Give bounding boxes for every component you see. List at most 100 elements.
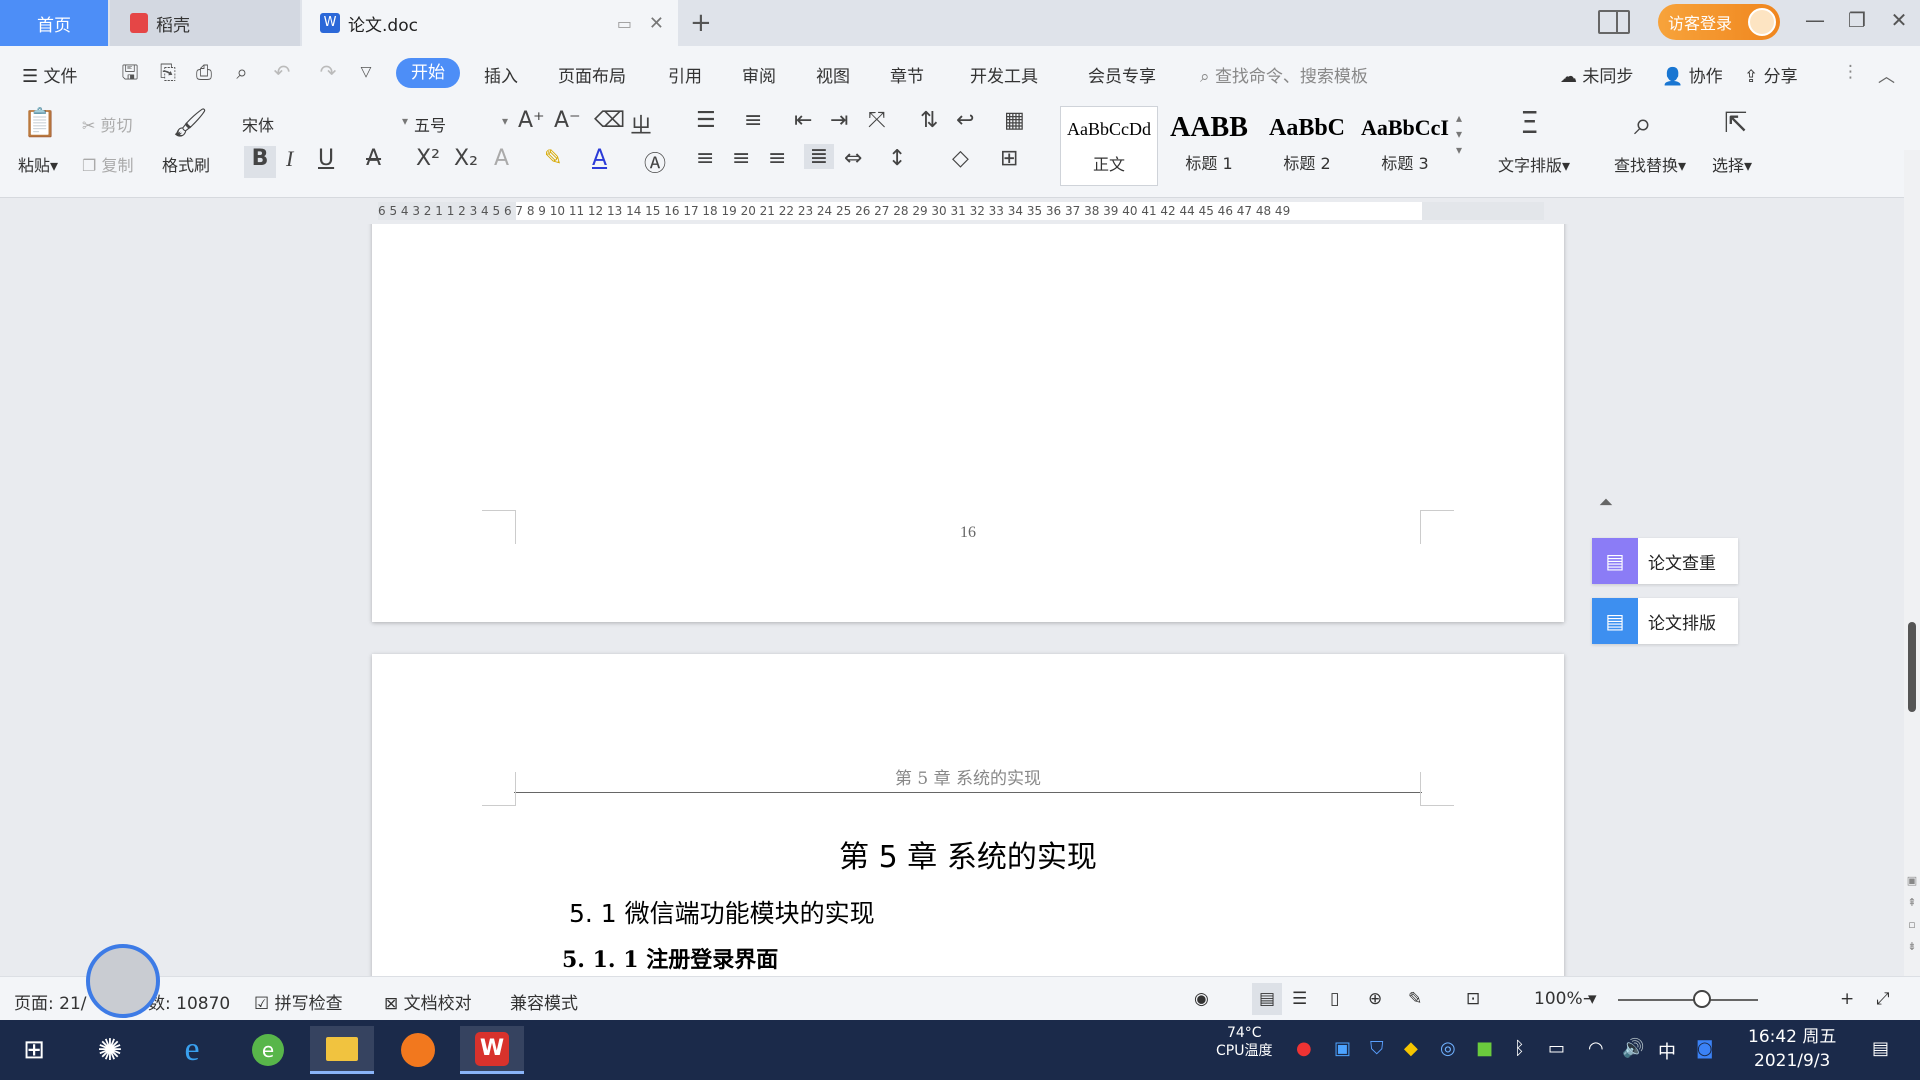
increase-indent-icon[interactable]: ⇥ xyxy=(830,108,848,133)
tray-nvidia-icon[interactable]: ■ xyxy=(1476,1038,1493,1059)
style-normal[interactable]: AaBbCcDd 正文 xyxy=(1060,106,1158,186)
zoom-out-button[interactable]: − xyxy=(1582,989,1596,1009)
horizontal-ruler[interactable]: 6 5 4 3 2 1 1 2 3 4 5 6 7 8 9 10 11 12 1… xyxy=(0,198,1920,224)
pinyin-icon[interactable]: ㄓ xyxy=(630,108,652,140)
undo-icon[interactable]: ↶ xyxy=(270,60,294,84)
borders-icon[interactable]: ⊞ xyxy=(1000,146,1018,171)
zoom-slider-handle[interactable] xyxy=(1693,990,1711,1008)
cursor-select-icon[interactable]: ⇱ xyxy=(1724,106,1747,139)
video-app-icon[interactable] xyxy=(386,1026,450,1074)
align-left-icon[interactable]: ≡ xyxy=(696,146,714,171)
tab-view[interactable]: 视图 xyxy=(816,62,850,87)
page-nav-icons[interactable]: ▣ ⇞ ▫ ⇟ xyxy=(1906,870,1918,958)
tray-app-icon[interactable]: ● xyxy=(1296,1038,1312,1059)
find-icon[interactable]: ⌕ xyxy=(1634,104,1652,143)
assistant-avatar[interactable] xyxy=(86,944,160,1018)
app-launcher-icon[interactable]: ✺ xyxy=(78,1026,142,1074)
export-icon[interactable]: ⎘ xyxy=(156,60,180,84)
tab-references[interactable]: 引用 xyxy=(668,62,702,87)
tab-dev-tools[interactable]: 开发工具 xyxy=(970,62,1038,87)
thesis-format-button[interactable]: ▤ 论文排版 xyxy=(1592,598,1738,644)
font-size-select[interactable]: 五号 xyxy=(414,112,508,140)
align-center-icon[interactable]: ≡ xyxy=(732,146,750,171)
find-replace-button[interactable]: 查找替换▾ xyxy=(1614,152,1686,176)
collapse-ribbon-icon[interactable]: ︿ xyxy=(1878,62,1895,87)
copy-button[interactable]: ❐ 复制 xyxy=(82,152,133,176)
scrollbar-thumb[interactable] xyxy=(1908,622,1916,712)
style-heading-1[interactable]: AABB 标题 1 xyxy=(1160,106,1258,186)
fit-page-icon[interactable]: ⊡ xyxy=(1466,989,1480,1009)
print-preview-icon[interactable]: ⌕ xyxy=(230,60,254,84)
tray-network-icon[interactable]: ▣ xyxy=(1334,1038,1351,1059)
spell-check-button[interactable]: ☑ 拼写检查 xyxy=(254,989,343,1014)
increase-font-icon[interactable]: A⁺ xyxy=(518,108,545,133)
wifi-icon[interactable]: ◠ xyxy=(1588,1038,1604,1059)
cpu-temp-widget[interactable]: 74°C CPU温度 xyxy=(1216,1024,1272,1060)
distribute-icon[interactable]: ⇔ xyxy=(844,146,862,171)
tray-app2-icon[interactable]: ◆ xyxy=(1404,1038,1418,1059)
monitor-icon[interactable]: ▭ xyxy=(617,14,632,33)
command-search[interactable]: ⌕ 查找命令、搜索模板 xyxy=(1200,62,1368,87)
style-heading-2[interactable]: AaBbC 标题 2 xyxy=(1258,106,1356,186)
minimize-icon[interactable]: — xyxy=(1800,8,1830,32)
paste-button[interactable]: 粘贴▾ xyxy=(18,152,58,176)
cut-button[interactable]: ✂ 剪切 xyxy=(82,112,133,136)
doc-proof-button[interactable]: ⊠ 文档校对 xyxy=(384,989,472,1014)
vertical-scrollbar[interactable]: ▣ ⇞ ▫ ⇟ xyxy=(1904,150,1920,976)
zoom-slider[interactable] xyxy=(1618,999,1758,1001)
underline-icon[interactable]: U xyxy=(318,146,334,171)
collapse-panel-icon[interactable]: ⏶ xyxy=(1592,492,1620,513)
font-name-select[interactable]: 宋体 xyxy=(242,112,408,140)
text-layout-button[interactable]: 文字排版▾ xyxy=(1498,152,1570,176)
tab-insert[interactable]: 插入 xyxy=(484,62,518,87)
file-menu[interactable]: ☰ 文件 xyxy=(22,62,78,87)
decrease-font-icon[interactable]: A⁻ xyxy=(554,108,581,133)
bluetooth-icon[interactable]: ᛒ xyxy=(1514,1038,1525,1059)
system-clock[interactable]: 16:42 周五 2021/9/3 xyxy=(1748,1025,1836,1073)
font-color-icon[interactable]: A xyxy=(592,146,607,171)
outline-view-icon[interactable]: ☰ xyxy=(1292,989,1307,1009)
page-view-icon[interactable]: ▤ xyxy=(1252,983,1282,1015)
close-window-icon[interactable]: ✕ xyxy=(1884,8,1914,32)
decrease-indent-icon[interactable]: ⇤ xyxy=(794,108,812,133)
fullscreen-icon[interactable]: ⤢ xyxy=(1876,989,1890,1009)
thesis-check-button[interactable]: ▤ 论文查重 xyxy=(1592,538,1738,584)
tab-vip[interactable]: 会员专享 xyxy=(1088,62,1156,87)
close-tab-icon[interactable]: ✕ xyxy=(649,13,664,34)
notification-icon[interactable]: ▤ xyxy=(1872,1038,1889,1059)
save-icon[interactable]: 🖫 xyxy=(118,60,142,84)
word-count[interactable]: 数: 10870 xyxy=(148,989,230,1014)
bold-icon[interactable]: B xyxy=(244,146,276,178)
eye-protect-icon[interactable]: ◉ xyxy=(1194,989,1209,1009)
chinese-layout-icon[interactable]: ⤧ xyxy=(868,108,886,133)
battery-icon[interactable]: ▭ xyxy=(1548,1038,1565,1059)
italic-icon[interactable]: I xyxy=(286,146,293,172)
document-page[interactable]: 16 xyxy=(372,224,1564,622)
subscript-icon[interactable]: X₂ xyxy=(454,146,478,171)
tray-app3-icon[interactable]: ◎ xyxy=(1440,1038,1456,1059)
line-spacing-icon[interactable]: ↕ xyxy=(888,146,906,171)
document-page[interactable]: 第 5 章 系统的实现 第 5 章 系统的实现 5. 1 微信端功能模块的实现 … xyxy=(372,654,1564,976)
wps-writer-icon[interactable]: W xyxy=(460,1026,524,1074)
align-right-icon[interactable]: ≡ xyxy=(768,146,786,171)
print-icon[interactable]: ⎙ xyxy=(192,60,216,84)
tab-daoke[interactable]: 稻壳 xyxy=(110,0,300,46)
tab-home[interactable]: 首页 xyxy=(0,0,108,46)
tab-review[interactable]: 审阅 xyxy=(742,62,776,87)
sort-icon[interactable]: ⇅ xyxy=(920,108,938,133)
char-border-icon[interactable]: Ⓐ xyxy=(644,146,666,178)
restore-icon[interactable]: ❐ xyxy=(1842,8,1872,32)
page-indicator[interactable]: 页面: 21/ xyxy=(14,989,87,1014)
ie-browser-icon[interactable]: e xyxy=(160,1026,224,1074)
file-explorer-icon[interactable] xyxy=(310,1026,374,1074)
document-canvas[interactable]: 16 第 5 章 系统的实现 第 5 章 系统的实现 5. 1 微信端功能模块的… xyxy=(0,224,1904,976)
bullet-list-icon[interactable]: ☰ xyxy=(696,108,716,133)
more-icon[interactable]: ⋮ xyxy=(1842,62,1859,82)
shading-icon[interactable]: ◇ xyxy=(952,146,969,171)
strikethrough-icon[interactable]: A xyxy=(366,146,381,171)
clear-format-icon[interactable]: ⌫ xyxy=(594,108,625,133)
tab-chapter[interactable]: 章节 xyxy=(890,62,924,87)
numbered-list-icon[interactable]: ≡ xyxy=(744,108,762,133)
start-menu-icon[interactable]: ⊞ xyxy=(2,1026,66,1074)
reading-view-icon[interactable]: ▯ xyxy=(1330,989,1339,1009)
